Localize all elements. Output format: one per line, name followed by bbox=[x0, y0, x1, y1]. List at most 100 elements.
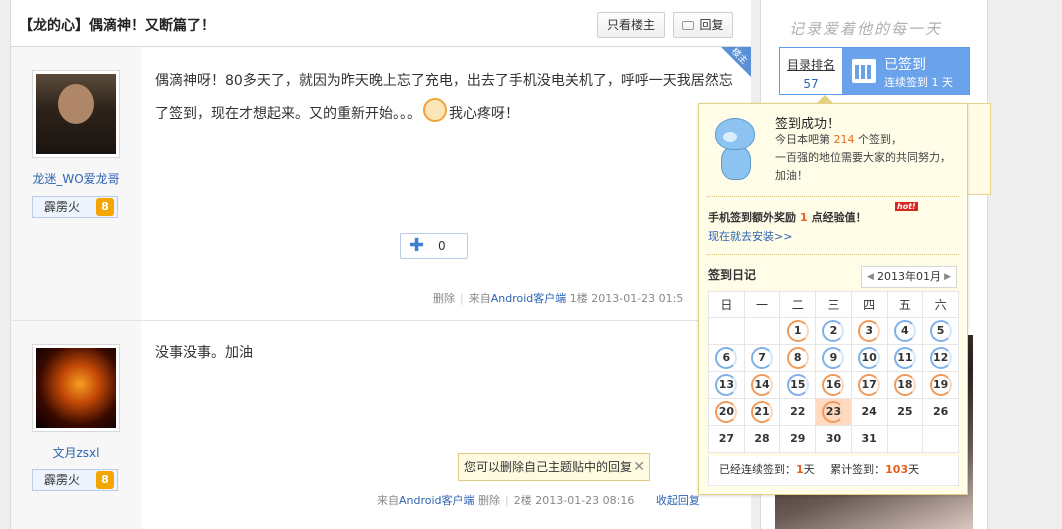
username[interactable]: 龙迷_WO爱龙哥 bbox=[11, 170, 141, 187]
calendar-day[interactable]: 16 bbox=[815, 371, 852, 399]
calendar-day[interactable]: 8 bbox=[779, 344, 817, 372]
month-selector[interactable]: ◀ 2013年01月 ▶ bbox=[861, 266, 957, 288]
client-link[interactable]: Android客户端 bbox=[491, 292, 567, 305]
calendar-day[interactable]: 9 bbox=[815, 344, 852, 372]
calendar-day[interactable]: 26 bbox=[922, 398, 959, 426]
calendar-day[interactable]: 20 bbox=[708, 398, 745, 426]
like-count: 0 bbox=[438, 239, 446, 253]
calendar-day[interactable]: 1 bbox=[779, 317, 817, 345]
separator: | bbox=[460, 292, 464, 305]
plus-icon: ✚ bbox=[409, 235, 425, 256]
only-author-button[interactable]: 只看楼主 bbox=[597, 12, 665, 38]
calendar-day[interactable]: 18 bbox=[886, 371, 924, 399]
calendar-day-number: 21 bbox=[751, 401, 774, 423]
username[interactable]: 文月zsxl bbox=[11, 444, 141, 461]
calendar-week: 27 28 29 30 31 bbox=[708, 425, 959, 453]
calendar-day[interactable]: 15 bbox=[779, 371, 817, 399]
sign-in-box: 目录排名 57 已签到 连续签到 1 天 bbox=[779, 47, 970, 95]
calendar-day[interactable]: 7 bbox=[743, 344, 781, 372]
level-badge[interactable]: 霹雳火 8 bbox=[32, 469, 118, 491]
calendar-day[interactable]: 28 bbox=[743, 425, 781, 453]
calendar-day-number: 18 bbox=[893, 374, 916, 396]
prev-month-icon[interactable]: ◀ bbox=[867, 267, 874, 287]
weekday-header: 四 bbox=[850, 291, 888, 318]
rank-line-post: 个签到， bbox=[858, 133, 902, 146]
calendar-day[interactable]: 3 bbox=[850, 317, 888, 345]
close-icon[interactable]: ✕ bbox=[633, 454, 645, 480]
like-button[interactable]: ✚ 0 bbox=[400, 233, 468, 259]
message-line-3: 加油！ bbox=[775, 169, 808, 182]
bear-mascot-icon bbox=[709, 118, 761, 182]
calendar-day-number: 24 bbox=[861, 405, 877, 418]
calendar-day[interactable]: 14 bbox=[743, 371, 781, 399]
calendar-day[interactable]: 25 bbox=[886, 398, 924, 426]
calendar-day[interactable]: 19 bbox=[922, 371, 959, 399]
calendar-day-number bbox=[894, 427, 916, 449]
calendar-day[interactable]: 23 bbox=[815, 398, 852, 426]
sign-rank-number: 214 bbox=[833, 133, 855, 146]
avatar[interactable] bbox=[32, 344, 120, 432]
calendar-day[interactable]: 30 bbox=[815, 425, 852, 453]
calendar-day[interactable]: 17 bbox=[850, 371, 888, 399]
weekday-header: 日 bbox=[708, 291, 745, 318]
separator: | bbox=[505, 494, 509, 507]
calendar-week: 12345 bbox=[708, 317, 959, 345]
avatar-image bbox=[36, 348, 116, 428]
calendar-day[interactable]: 5 bbox=[922, 317, 959, 345]
calendar-day-number: 1 bbox=[786, 320, 809, 342]
floor-number: 1楼 bbox=[569, 292, 588, 305]
post-text: 了签到，现在才想起来。又的重新开始。。。 bbox=[155, 106, 421, 122]
calendar-day[interactable]: 22 bbox=[779, 398, 817, 426]
calendar-day[interactable]: 27 bbox=[708, 425, 745, 453]
post-time: 2013-01-23 08:16 bbox=[535, 494, 635, 507]
calendar-day-number: 11 bbox=[893, 347, 916, 369]
thread-header: 【龙的心】偶滴神！又断篇了！ 只看楼主 回复 bbox=[11, 0, 751, 47]
calendar-day-number: 29 bbox=[790, 432, 806, 445]
rank-panel[interactable]: 目录排名 57 bbox=[780, 48, 842, 94]
calendar-day-number: 10 bbox=[858, 347, 881, 369]
calendar-day[interactable]: 4 bbox=[886, 317, 924, 345]
reply-button[interactable]: 回复 bbox=[673, 12, 733, 38]
level-name: 霹雳火 bbox=[44, 473, 81, 487]
popup-message: 今日本吧第 214 个签到， 一百强的地位需要大家的共同努力， 加油！ bbox=[775, 131, 965, 185]
consecutive-label: 已经连续签到： bbox=[719, 463, 796, 476]
level-badge[interactable]: 霹雳火 8 bbox=[32, 196, 118, 218]
calendar-day[interactable]: 31 bbox=[850, 425, 888, 453]
avatar[interactable] bbox=[32, 70, 120, 158]
delete-link[interactable]: 删除 bbox=[478, 494, 500, 507]
author-column: 文月zsxl 霹雳火 8 bbox=[11, 321, 141, 529]
weekday-header: 六 bbox=[922, 291, 959, 318]
calendar-day[interactable]: 12 bbox=[922, 344, 959, 372]
delete-link[interactable]: 删除 bbox=[433, 292, 455, 305]
calendar-day[interactable]: 11 bbox=[886, 344, 924, 372]
thread-title: 【龙的心】偶滴神！又断篇了！ bbox=[19, 18, 215, 34]
divider bbox=[707, 196, 959, 197]
calendar-day[interactable]: 13 bbox=[708, 371, 745, 399]
calendar-day-number: 14 bbox=[751, 374, 774, 396]
client-link[interactable]: Android客户端 bbox=[399, 494, 475, 507]
calendar-day bbox=[708, 317, 745, 345]
install-link[interactable]: 现在就去安装>> bbox=[708, 228, 792, 244]
calendar-day-number: 31 bbox=[861, 432, 877, 445]
calendar-day[interactable]: 29 bbox=[779, 425, 817, 453]
calendar-day[interactable]: 24 bbox=[850, 398, 888, 426]
collapse-reply-link[interactable]: 收起回复 bbox=[656, 494, 700, 507]
rank-label[interactable]: 目录排名 bbox=[780, 56, 842, 73]
signed-in-button[interactable]: 已签到 连续签到 1 天 bbox=[842, 48, 969, 94]
calendar-day-number: 9 bbox=[822, 347, 845, 369]
calendar-day[interactable]: 10 bbox=[850, 344, 888, 372]
calendar-day[interactable]: 6 bbox=[708, 344, 745, 372]
calendar-icon bbox=[852, 59, 876, 83]
post-footer: 删除 | 来自Android客户端 1楼 2013-01-23 01:5 bbox=[433, 290, 683, 306]
reply-button-label: 回复 bbox=[699, 18, 724, 32]
level-name: 霹雳火 bbox=[44, 200, 81, 214]
post-text-tail: 我心疼呀！ bbox=[449, 106, 519, 122]
calendar-day[interactable]: 2 bbox=[815, 317, 852, 345]
level-number: 8 bbox=[96, 471, 114, 489]
next-month-icon[interactable]: ▶ bbox=[944, 267, 951, 287]
post-content: 偶滴神呀！80多天了，就因为昨天晚上忘了充电，出去了手机没电关机了，呼呼一天我居… bbox=[155, 65, 735, 131]
calendar-day-number: 23 bbox=[822, 401, 845, 423]
calendar-day[interactable]: 21 bbox=[743, 398, 781, 426]
calendar-day-number: 26 bbox=[932, 405, 949, 418]
weekday-header: 三 bbox=[815, 291, 852, 318]
